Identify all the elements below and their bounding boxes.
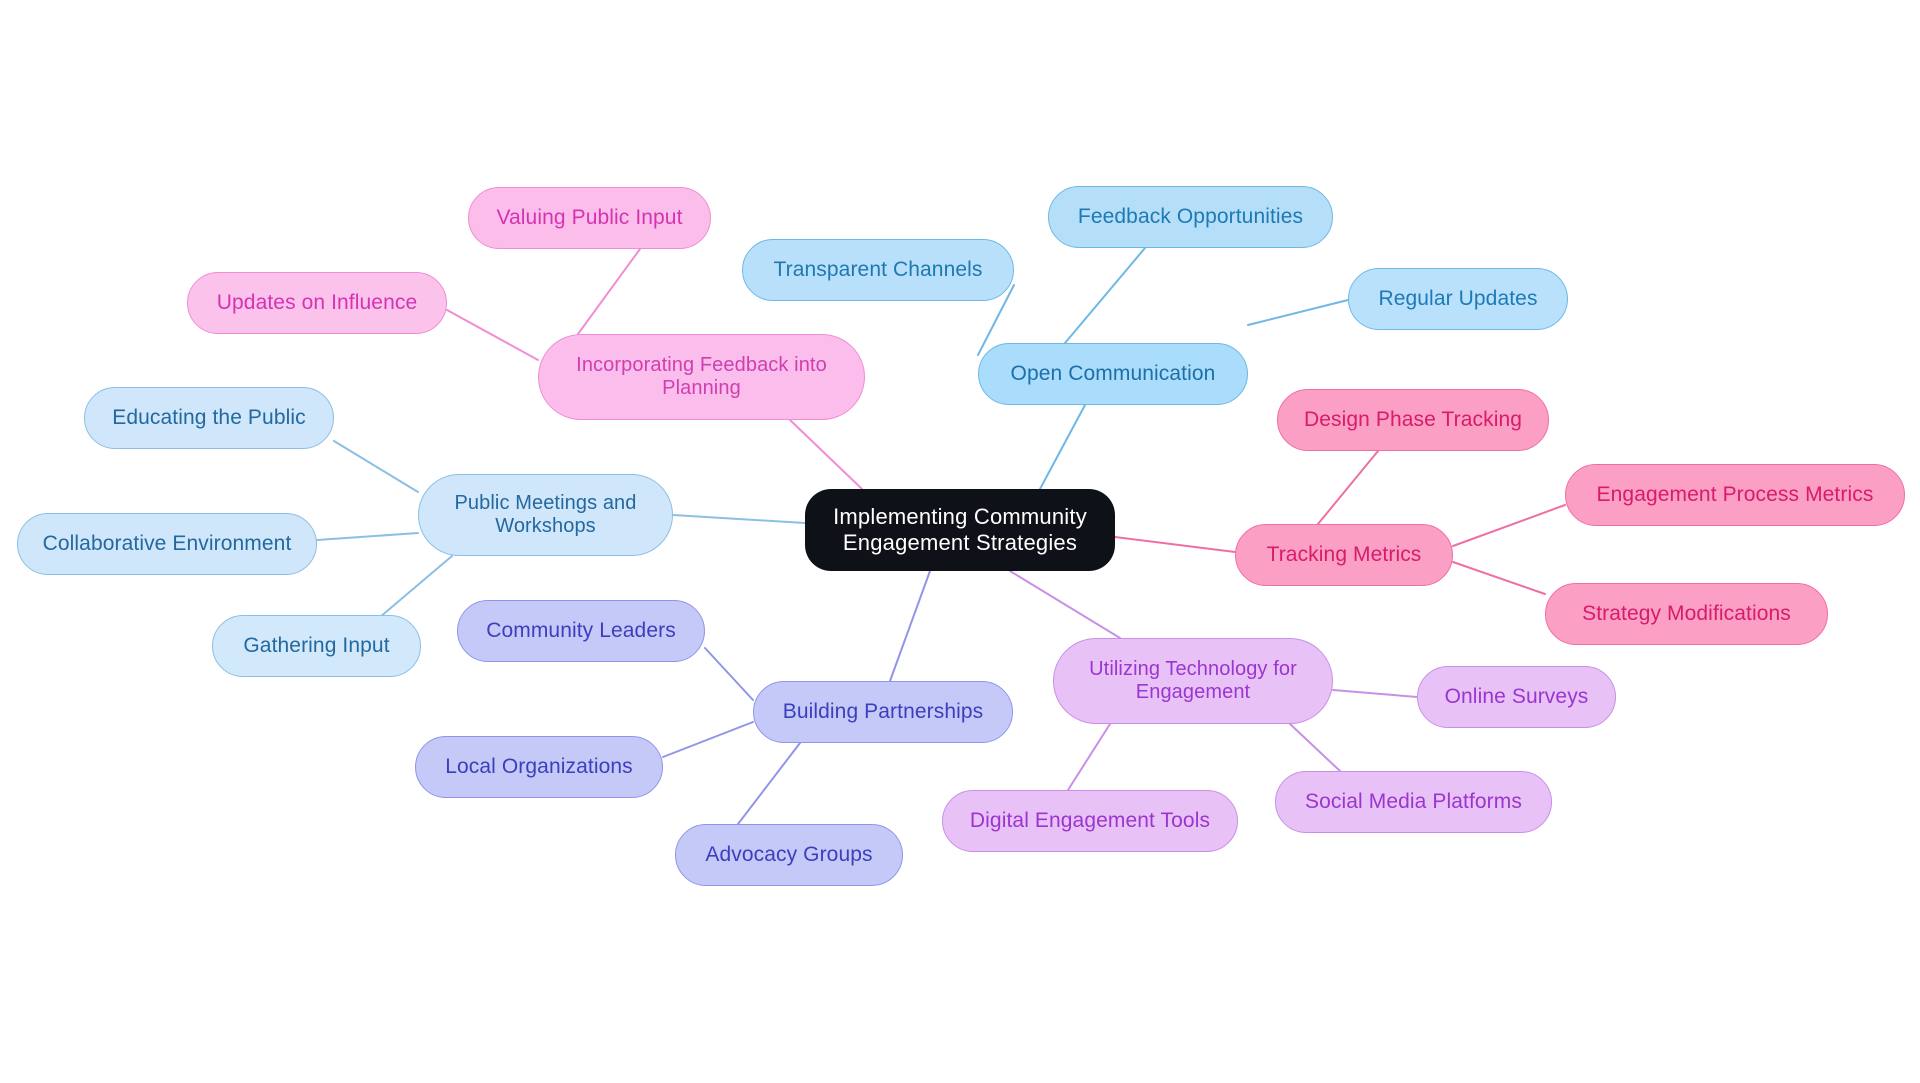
branch-node-building-partnerships[interactable]: Building Partnerships bbox=[753, 681, 1013, 743]
edge-root-building-partnerships bbox=[889, 570, 931, 682]
edge-open-communication-feedback-opportunities bbox=[1064, 247, 1146, 344]
leaf-node-educating-the-public[interactable]: Educating the Public bbox=[84, 387, 334, 449]
leaf-node-community-leaders[interactable]: Community Leaders bbox=[457, 600, 705, 662]
edge-utilizing-technology-social-media-platforms bbox=[1289, 723, 1341, 772]
leaf-node-online-surveys[interactable]: Online Surveys bbox=[1417, 666, 1616, 728]
node-label: Incorporating Feedback into Planning bbox=[576, 353, 827, 399]
node-label: Advocacy Groups bbox=[705, 842, 873, 866]
edge-incorporating-feedback-valuing-public-input bbox=[577, 248, 641, 335]
node-label: Educating the Public bbox=[112, 405, 306, 429]
edge-utilizing-technology-digital-engagement-tools bbox=[1067, 723, 1111, 791]
node-label: Regular Updates bbox=[1378, 286, 1538, 310]
edge-building-partnerships-local-organizations bbox=[662, 721, 754, 758]
node-label: Building Partnerships bbox=[782, 699, 984, 723]
node-label: Implementing Community Engagement Strate… bbox=[833, 504, 1087, 555]
leaf-node-regular-updates[interactable]: Regular Updates bbox=[1348, 268, 1568, 330]
edge-tracking-metrics-strategy-modifications bbox=[1452, 561, 1546, 595]
leaf-node-advocacy-groups[interactable]: Advocacy Groups bbox=[675, 824, 903, 886]
edge-root-open-communication bbox=[1039, 404, 1086, 490]
node-label: Transparent Channels bbox=[773, 257, 983, 281]
leaf-node-transparent-channels[interactable]: Transparent Channels bbox=[742, 239, 1014, 301]
node-label: Strategy Modifications bbox=[1582, 601, 1791, 625]
edge-tracking-metrics-engagement-process-metrics bbox=[1452, 504, 1566, 547]
branch-node-utilizing-technology[interactable]: Utilizing Technology for Engagement bbox=[1053, 638, 1333, 724]
node-label: Online Surveys bbox=[1444, 684, 1589, 708]
edge-incorporating-feedback-updates-on-influence bbox=[446, 309, 539, 361]
edge-open-communication-regular-updates bbox=[1247, 299, 1349, 326]
leaf-node-updates-on-influence[interactable]: Updates on Influence bbox=[187, 272, 447, 334]
edge-public-meetings-educating-the-public bbox=[333, 440, 419, 493]
node-label: Open Communication bbox=[1010, 361, 1216, 385]
edge-utilizing-technology-online-surveys bbox=[1332, 689, 1418, 698]
edge-building-partnerships-community-leaders bbox=[704, 647, 754, 701]
leaf-node-social-media-platforms[interactable]: Social Media Platforms bbox=[1275, 771, 1552, 833]
edge-root-tracking-metrics bbox=[1114, 536, 1236, 553]
leaf-node-engagement-process-metrics[interactable]: Engagement Process Metrics bbox=[1565, 464, 1905, 526]
leaf-node-gathering-input[interactable]: Gathering Input bbox=[212, 615, 421, 677]
node-label: Gathering Input bbox=[243, 633, 390, 657]
node-label: Utilizing Technology for Engagement bbox=[1089, 657, 1297, 703]
edge-tracking-metrics-design-phase-tracking bbox=[1317, 450, 1379, 525]
leaf-node-feedback-opportunities[interactable]: Feedback Opportunities bbox=[1048, 186, 1333, 248]
edge-public-meetings-gathering-input bbox=[379, 555, 453, 618]
edge-root-utilizing-technology bbox=[1009, 570, 1121, 639]
edge-root-public-meetings bbox=[672, 514, 806, 524]
node-label: Design Phase Tracking bbox=[1303, 407, 1523, 431]
root-node-root[interactable]: Implementing Community Engagement Strate… bbox=[805, 489, 1115, 571]
branch-node-tracking-metrics[interactable]: Tracking Metrics bbox=[1235, 524, 1453, 586]
branch-node-incorporating-feedback[interactable]: Incorporating Feedback into Planning bbox=[538, 334, 865, 420]
branch-node-public-meetings[interactable]: Public Meetings and Workshops bbox=[418, 474, 673, 556]
node-label: Tracking Metrics bbox=[1266, 542, 1422, 566]
node-label: Community Leaders bbox=[486, 618, 676, 642]
leaf-node-local-organizations[interactable]: Local Organizations bbox=[415, 736, 663, 798]
leaf-node-digital-engagement-tools[interactable]: Digital Engagement Tools bbox=[942, 790, 1238, 852]
edge-building-partnerships-advocacy-groups bbox=[737, 742, 801, 825]
node-label: Feedback Opportunities bbox=[1077, 204, 1304, 228]
node-label: Updates on Influence bbox=[216, 290, 418, 314]
node-label: Engagement Process Metrics bbox=[1596, 482, 1874, 506]
branch-node-open-communication[interactable]: Open Communication bbox=[978, 343, 1248, 405]
edge-root-incorporating-feedback bbox=[789, 419, 863, 490]
edge-public-meetings-collaborative-environment bbox=[316, 532, 419, 541]
node-label: Social Media Platforms bbox=[1305, 789, 1522, 813]
leaf-node-collaborative-environment[interactable]: Collaborative Environment bbox=[17, 513, 317, 575]
node-label: Valuing Public Input bbox=[496, 205, 683, 229]
leaf-node-valuing-public-input[interactable]: Valuing Public Input bbox=[468, 187, 711, 249]
mindmap-canvas: Implementing Community Engagement Strate… bbox=[0, 0, 1920, 1083]
leaf-node-strategy-modifications[interactable]: Strategy Modifications bbox=[1545, 583, 1828, 645]
node-label: Local Organizations bbox=[445, 754, 633, 778]
node-label: Digital Engagement Tools bbox=[969, 808, 1211, 832]
node-label: Collaborative Environment bbox=[42, 531, 292, 555]
leaf-node-design-phase-tracking[interactable]: Design Phase Tracking bbox=[1277, 389, 1549, 451]
node-label: Public Meetings and Workshops bbox=[454, 491, 637, 537]
